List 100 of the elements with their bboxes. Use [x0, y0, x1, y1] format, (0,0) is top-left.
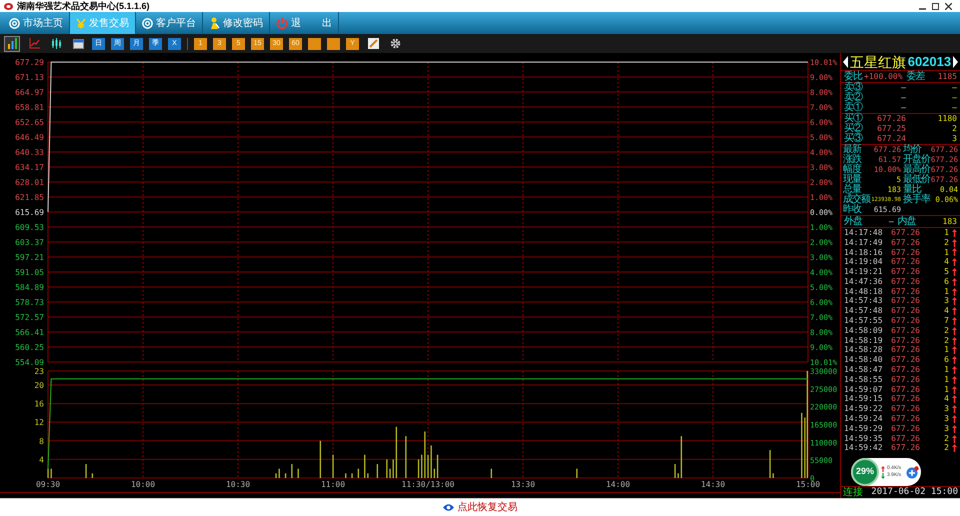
order-label: 卖② — [844, 93, 864, 103]
down-arrow-icon — [881, 472, 885, 478]
axis-label: 10:00 — [130, 480, 156, 489]
field-label: 最新 — [843, 145, 861, 155]
period-button[interactable] — [327, 38, 340, 50]
order-volume: — — [952, 93, 957, 103]
axis-label: 09:30 — [36, 480, 60, 489]
plus-icon[interactable] — [906, 466, 919, 478]
axis-label: 560.25 — [15, 343, 44, 352]
nav-tab[interactable]: 发售交易 — [70, 12, 136, 34]
tick-price: 677.26 — [890, 306, 920, 316]
axis-label: 566.41 — [15, 328, 44, 337]
field-label: 总量 — [843, 185, 861, 195]
tick-price: 677.26 — [890, 267, 920, 278]
tick-time: 14:19:04 — [844, 257, 884, 268]
tick-volume: 4 — [944, 306, 949, 316]
field-value: 183 — [942, 216, 957, 228]
logo-icon — [4, 2, 13, 10]
toolbar-button[interactable] — [4, 36, 20, 52]
field-value: 1185 — [938, 70, 957, 82]
tick-price: 677.26 — [890, 345, 920, 356]
toolbar-button[interactable] — [365, 36, 381, 52]
tick-volume: 6 — [944, 355, 949, 366]
period-button[interactable] — [308, 38, 321, 50]
tick-price: 677.26 — [890, 238, 920, 248]
tick-price: 677.26 — [890, 296, 920, 306]
tick-volume: 2 — [944, 443, 949, 454]
pencil-icon — [368, 38, 378, 49]
axis-label: 584.89 — [15, 283, 44, 292]
tick-volume: 1 — [944, 248, 949, 258]
tick-price: 677.26 — [890, 336, 920, 346]
axis-label: 12 — [34, 418, 44, 428]
axis-label: 8 — [39, 436, 44, 446]
window-title: 湖南华强艺术品交易中心(5.1.1.6) — [17, 1, 150, 11]
tick-volume: 1 — [944, 345, 949, 356]
order-price: 677.24 — [876, 134, 906, 144]
at-icon — [142, 18, 153, 28]
axis-label: 554.09 — [15, 358, 44, 366]
order-price: 677.26 — [876, 114, 906, 124]
tick-volume: 4 — [944, 394, 949, 404]
order-label: 买② — [844, 124, 864, 134]
axis-label: 646.49 — [15, 133, 44, 142]
field-label: 最高价 — [903, 165, 930, 175]
tick-volume: 1 — [944, 228, 949, 238]
tick-time: 14:48:18 — [844, 286, 884, 297]
tick-price: 677.26 — [890, 443, 920, 454]
tick-time: 14:19:21 — [844, 267, 884, 278]
tick-volume: 3 — [944, 404, 949, 414]
tick-price: 677.26 — [890, 404, 920, 414]
line-chart-icon — [28, 38, 40, 49]
tick-volume: 3 — [944, 424, 949, 434]
order-label: 卖③ — [844, 83, 864, 93]
tick-time: 14:58:55 — [844, 374, 884, 385]
previous-icon[interactable] — [843, 56, 848, 68]
axis-label: 603.37 — [15, 238, 44, 247]
tick-price: 677.26 — [890, 434, 920, 444]
axis-label: 572.57 — [15, 313, 44, 322]
order-volume: — — [952, 103, 957, 113]
field-label: 换手率 — [903, 195, 930, 205]
axis-label: 628.01 — [15, 178, 44, 187]
axis-label: 10:30 — [226, 480, 250, 489]
tick-time: 14:57:55 — [844, 316, 884, 326]
axis-label: 591.05 — [15, 268, 44, 277]
tick-time: 14:18:16 — [844, 248, 884, 258]
close-icon[interactable] — [945, 2, 952, 10]
axis-label: 4 — [39, 455, 44, 464]
order-price: — — [900, 103, 906, 113]
tick-time: 14:59:07 — [844, 384, 884, 395]
tick-price: 677.26 — [890, 424, 920, 434]
tick-price: 677.26 — [890, 384, 920, 395]
tick-volume: 3 — [944, 414, 949, 424]
order-price: — — [900, 83, 906, 93]
tick-time: 14:47:36 — [844, 276, 884, 287]
field-label: 现量 — [843, 175, 861, 185]
next-icon[interactable] — [952, 56, 958, 68]
axis-label: 640.33 — [15, 148, 44, 157]
order-price: — — [900, 93, 906, 103]
tick-volume: 1 — [944, 374, 949, 385]
tick-volume: 2 — [944, 434, 949, 444]
order-label: 买① — [844, 114, 864, 124]
axis-label: 597.21 — [15, 253, 44, 262]
tick-time: 14:59:24 — [844, 414, 884, 424]
axis-label: 609.53 — [15, 223, 44, 232]
resume-trading-link[interactable]: 点此恢复交易 — [458, 500, 518, 515]
maximize-icon[interactable] — [932, 2, 939, 10]
tick-time: 14:17:48 — [844, 228, 884, 238]
tick-price: 677.26 — [890, 228, 920, 238]
tick-time: 14:59:15 — [844, 394, 884, 404]
axis-label: 13:30 — [510, 480, 536, 489]
order-volume: 2 — [952, 124, 957, 134]
eye-icon — [442, 503, 454, 512]
order-price: 677.25 — [876, 124, 906, 134]
tick-price: 677.26 — [890, 365, 920, 376]
tick-volume: 1 — [944, 365, 949, 376]
field-label: 幅度 — [843, 165, 861, 175]
tick-volume: 6 — [944, 276, 949, 287]
order-label: 买③ — [844, 134, 864, 144]
axis-label: 23 — [34, 367, 44, 376]
tick-time: 14:57:43 — [844, 296, 884, 306]
tick-volume: 2 — [944, 238, 949, 248]
